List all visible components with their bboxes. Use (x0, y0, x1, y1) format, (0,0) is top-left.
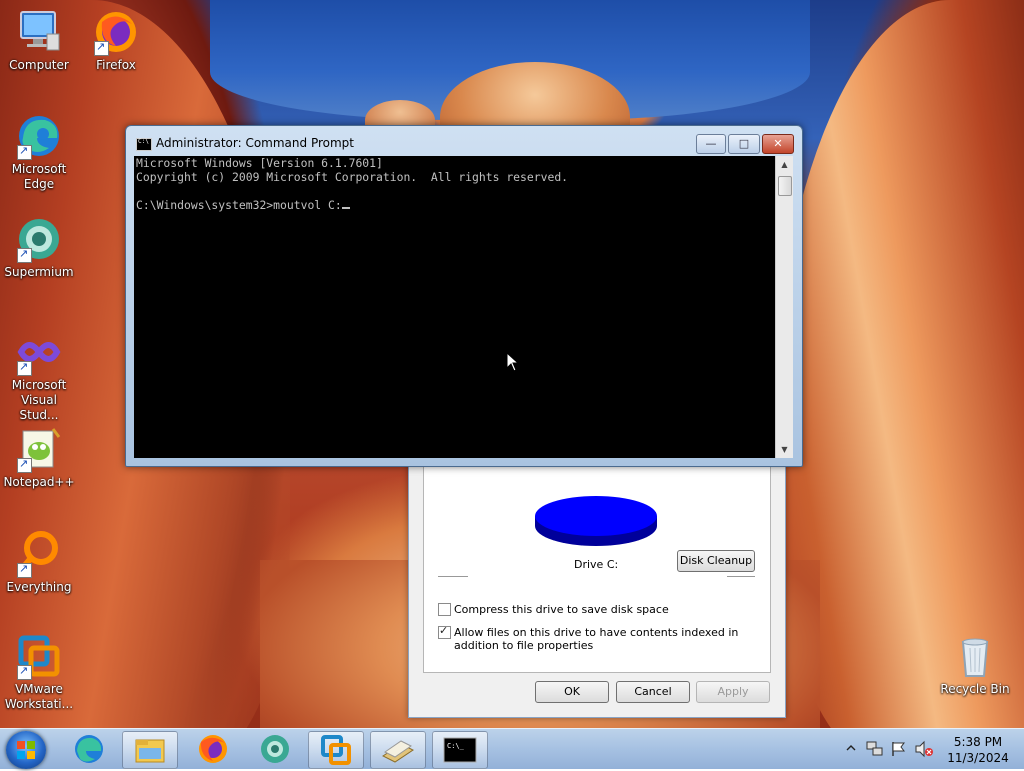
visual-studio-icon (15, 328, 63, 376)
mouse-pointer-icon (506, 352, 520, 372)
taskbar: C:\_ 5:38 PM 11/3/2024 (0, 728, 1024, 769)
edge-icon (75, 735, 103, 763)
supermium-icon (15, 215, 63, 263)
desktop-icon-visual-studio[interactable]: Microsoft Visual Stud... (0, 328, 78, 423)
taskbar-command-prompt[interactable]: C:\_ (432, 731, 488, 769)
taskbar-file-explorer[interactable] (122, 731, 178, 769)
shortcut-arrow-icon (17, 246, 32, 263)
action-center-flag-icon[interactable] (890, 740, 908, 758)
minimize-button[interactable]: — (696, 134, 726, 154)
compress-checkbox[interactable] (438, 603, 451, 616)
ok-button[interactable]: OK (535, 681, 609, 703)
window-title: Administrator: Command Prompt (156, 136, 354, 150)
desktop-icon-label: Everything (6, 580, 72, 594)
console-line (134, 184, 775, 198)
network-icon[interactable] (866, 740, 884, 758)
shortcut-arrow-icon (17, 456, 32, 473)
command-prompt-icon: C:\_ (443, 737, 477, 763)
desktop-icon-vmware[interactable]: VMware Workstati... (0, 632, 78, 712)
index-checkbox[interactable] (438, 624, 451, 639)
desktop-icon-label: VMware Workstati... (4, 682, 74, 711)
everything-icon (15, 530, 63, 578)
apply-button[interactable]: Apply (696, 681, 770, 703)
desktop-icon-label: Microsoft Visual Stud... (11, 378, 67, 422)
scroll-thumb[interactable] (778, 176, 792, 196)
firefox-icon (199, 735, 227, 763)
start-button[interactable] (6, 731, 46, 769)
desktop-icon-recycle-bin[interactable]: Recycle Bin (936, 632, 1014, 697)
scroll-down-icon[interactable]: ▼ (776, 441, 793, 458)
shortcut-arrow-icon (17, 143, 32, 160)
desktop-icon-label: Firefox (96, 58, 136, 72)
supermium-icon (261, 735, 289, 763)
taskbar-file-manager[interactable] (370, 731, 426, 769)
vmware-icon (15, 632, 63, 680)
vertical-scrollbar[interactable]: ▲ ▼ (775, 156, 793, 458)
svg-text:C:\_: C:\_ (447, 742, 465, 750)
drive-properties-dialog: Drive C: Disk Cleanup Compress this driv… (408, 430, 786, 718)
shortcut-arrow-icon (17, 561, 32, 578)
desktop-icon-firefox[interactable]: Firefox (77, 8, 155, 73)
desktop-icon-everything[interactable]: Everything (0, 530, 78, 595)
index-label: Allow files on this drive to have conten… (454, 626, 739, 652)
desktop-icon-label: Supermium (4, 265, 74, 279)
taskbar-firefox[interactable] (186, 731, 240, 767)
divider (438, 576, 468, 577)
desktop-icon-label: Notepad++ (3, 475, 75, 489)
console-line: Copyright (c) 2009 Microsoft Corporation… (136, 170, 569, 184)
desktop-icon-label: Microsoft Edge (11, 162, 67, 191)
windows-logo-icon (17, 741, 35, 759)
console-command: C:\Windows\system32>moutvol C: (136, 198, 342, 212)
disk-usage-pie (535, 496, 657, 546)
clock-time: 5:38 PM (953, 735, 1003, 749)
shortcut-arrow-icon (17, 663, 32, 680)
command-prompt-icon (136, 138, 152, 151)
firefox-icon (92, 8, 140, 56)
drive-label: Drive C: (574, 558, 619, 571)
shortcut-arrow-icon (17, 359, 32, 376)
taskbar-supermium[interactable] (248, 731, 302, 767)
desktop-icon-label: Recycle Bin (940, 682, 1010, 696)
taskbar-edge[interactable] (62, 731, 116, 767)
disk-cleanup-button[interactable]: Disk Cleanup (677, 550, 755, 572)
desktop-icon-supermium[interactable]: Supermium (0, 215, 78, 280)
shortcut-arrow-icon (94, 39, 109, 56)
computer-icon (15, 8, 63, 56)
scroll-up-icon[interactable]: ▲ (776, 156, 793, 173)
taskbar-clock[interactable]: 5:38 PM 11/3/2024 (938, 734, 1018, 766)
notepadpp-icon (15, 425, 63, 473)
volume-muted-icon[interactable] (914, 740, 934, 758)
edge-icon (15, 112, 63, 160)
maximize-button[interactable]: □ (728, 134, 760, 154)
taskbar-vmware[interactable] (308, 731, 364, 769)
desktop-icon-label: Computer (9, 58, 69, 72)
divider (727, 576, 755, 577)
vmware-icon (321, 735, 351, 765)
recycle-bin-icon (951, 632, 999, 680)
command-prompt-window[interactable]: Administrator: Command Prompt — □ ✕ Micr… (125, 125, 803, 467)
desktop-icon-computer[interactable]: Computer (0, 8, 78, 73)
file-manager-icon (382, 740, 414, 763)
desktop-icon-notepadpp[interactable]: Notepad++ (0, 425, 78, 490)
close-button[interactable]: ✕ (762, 134, 794, 154)
text-cursor (341, 207, 350, 209)
compress-label: Compress this drive to save disk space (454, 603, 669, 616)
general-tab-panel: Drive C: Disk Cleanup Compress this driv… (423, 439, 771, 673)
console-line: Microsoft Windows [Version 6.1.7601] (136, 156, 383, 170)
desktop-icon-edge[interactable]: Microsoft Edge (0, 112, 78, 192)
cancel-button[interactable]: Cancel (616, 681, 690, 703)
show-hidden-icons-icon[interactable] (846, 743, 856, 753)
window-titlebar[interactable]: Administrator: Command Prompt — □ ✕ (126, 126, 802, 156)
console-output[interactable]: Microsoft Windows [Version 6.1.7601] Cop… (134, 156, 775, 458)
file-explorer-icon (135, 739, 165, 763)
clock-date: 11/3/2024 (947, 751, 1009, 765)
console-prompt-line: C:\Windows\system32>moutvol C: (134, 198, 775, 212)
